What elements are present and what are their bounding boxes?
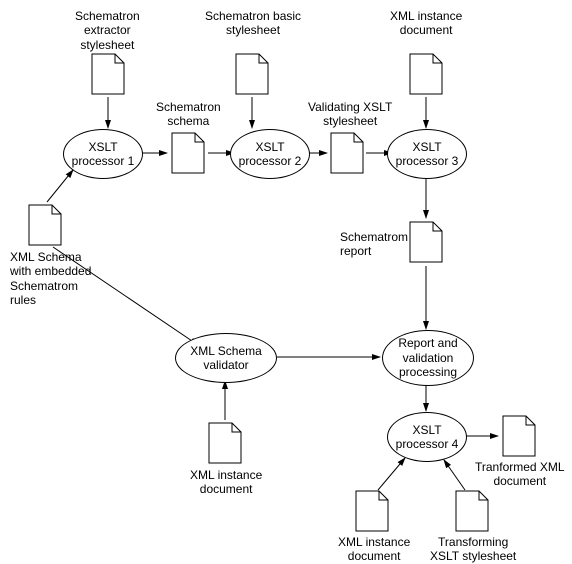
- node-xslt-processor-2: XSLT processor 2: [230, 129, 310, 179]
- diagram-canvas: Schematron extractor stylesheet Schematr…: [0, 0, 572, 553]
- node-label: XSLT processor 4: [388, 423, 466, 452]
- document-icon: [235, 53, 269, 95]
- node-label: XSLT processor 1: [64, 140, 142, 169]
- document-icon: [355, 490, 389, 532]
- node-xslt-processor-3: XSLT processor 3: [387, 129, 467, 179]
- label-schematron-extractor: Schematron extractor stylesheet: [75, 9, 140, 52]
- document-icon: [502, 415, 536, 457]
- label-schematron-basic: Schematron basic stylesheet: [205, 9, 301, 38]
- document-icon: [455, 490, 489, 532]
- label-schematron-schema: Schematron schema: [156, 100, 221, 129]
- label-xml-instance-mid: XML instance document: [190, 468, 262, 497]
- label-schematrom-report: Schematrom report: [340, 230, 408, 259]
- node-label: XSLT processor 3: [388, 140, 466, 169]
- document-icon: [330, 132, 364, 174]
- node-xslt-processor-1: XSLT processor 1: [63, 129, 143, 179]
- label-validating-xslt: Validating XSLT stylesheet: [308, 100, 392, 129]
- node-label: XSLT processor 2: [231, 140, 309, 169]
- document-icon: [409, 221, 443, 263]
- document-icon: [409, 53, 443, 95]
- label-xml-instance-top: XML instance document: [390, 9, 462, 38]
- document-icon: [171, 132, 205, 174]
- node-xslt-processor-4: XSLT processor 4: [387, 412, 467, 462]
- document-icon: [91, 53, 125, 95]
- node-label: Report and validation processing: [383, 336, 473, 379]
- label-transformed-xml: Tranformed XML document: [475, 460, 565, 489]
- label-xml-instance-bottom: XML instance document: [338, 535, 410, 564]
- document-icon: [28, 204, 62, 246]
- node-report-processing: Report and validation processing: [382, 330, 474, 386]
- node-xml-schema-validator: XML Schema validator: [175, 333, 277, 383]
- label-xml-schema-embedded: XML Schema with embedded Schematrom rule…: [10, 250, 91, 308]
- node-label: XML Schema validator: [176, 344, 276, 373]
- document-icon: [208, 422, 242, 464]
- label-transforming-xslt: Transforming XSLT stylesheet: [430, 535, 516, 564]
